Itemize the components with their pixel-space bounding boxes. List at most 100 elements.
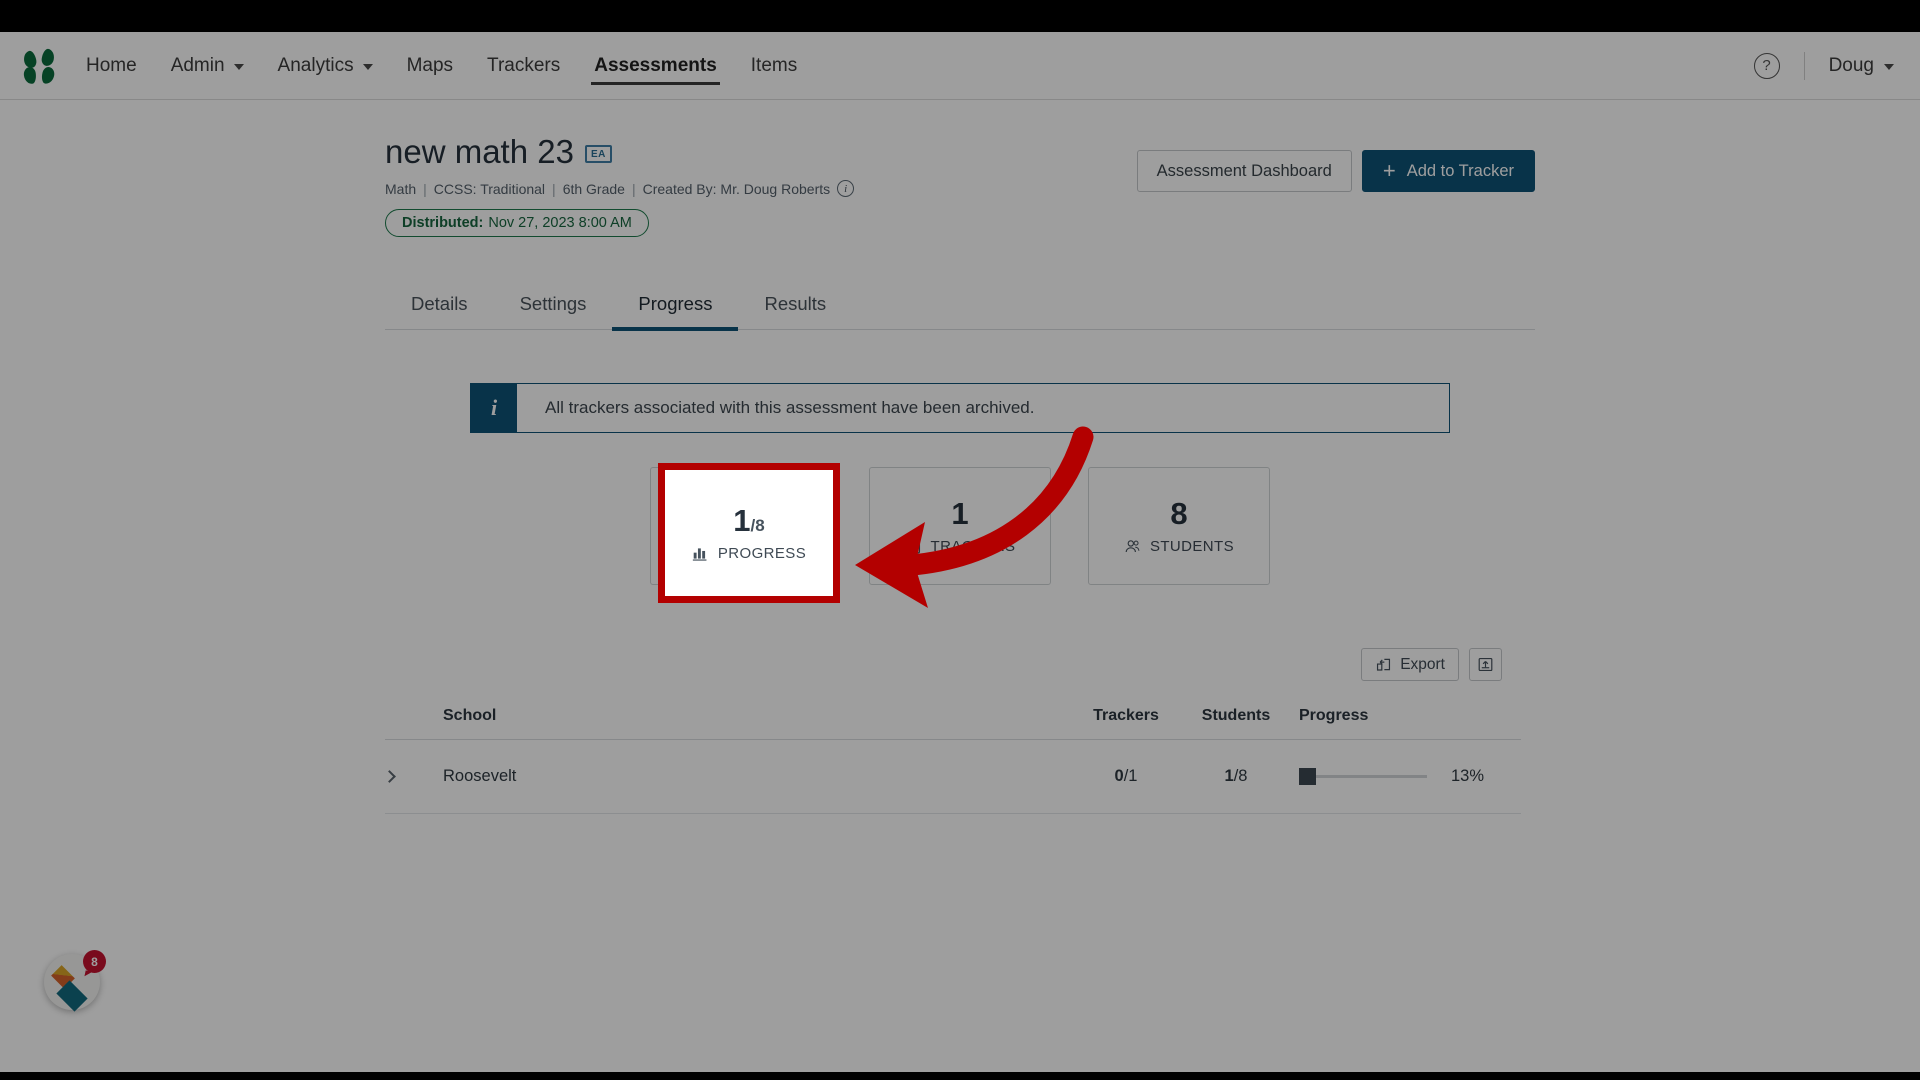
nav-item-trackers[interactable]: Trackers — [487, 32, 560, 100]
nav-item-maps[interactable]: Maps — [407, 32, 453, 100]
stat-cards: 1/8 PROGRESS 1 TRACKERS 8 STUDENTS — [385, 467, 1535, 586]
tab-label-progress: Progress — [638, 293, 713, 315]
progress-count: 1 — [725, 495, 743, 531]
header-actions: Assessment Dashboard + Add to Tracker — [1136, 134, 1535, 192]
export-label: Export — [1400, 655, 1445, 673]
nav-label-analytics: Analytics — [277, 54, 354, 76]
table-row[interactable]: Roosevelt 0/1 1/8 13% — [383, 739, 1521, 815]
export-button[interactable]: Export — [1361, 648, 1459, 682]
meta-creator: Created By: Mr. Doug Roberts — [642, 180, 831, 197]
page-body: new math 23 EA Math | CCSS: Traditional … — [0, 100, 1920, 815]
assessment-dashboard-button[interactable]: Assessment Dashboard — [1136, 150, 1352, 192]
row-progress: 13% — [1291, 739, 1521, 815]
info-banner: i All trackers associated with this asse… — [470, 383, 1450, 434]
info-glyph: i — [490, 395, 498, 421]
table-toolbar: Export — [385, 648, 1535, 682]
screen: Home Admin Analytics Maps Trackers Asses… — [0, 0, 1920, 1080]
nav-label-items: Items — [750, 54, 798, 76]
meta-separator: | — [631, 180, 636, 197]
nav-label-home: Home — [86, 54, 137, 76]
top-navigation-bar: Home Admin Analytics Maps Trackers Asses… — [0, 32, 1920, 100]
stat-card-progress[interactable]: 1/8 PROGRESS — [650, 467, 832, 586]
meta-separator: | — [423, 180, 427, 197]
progress-card-label: PROGRESS — [709, 537, 799, 555]
trackers-value: 1 — [951, 498, 968, 529]
assessment-header: new math 23 EA Math | CCSS: Traditional … — [385, 133, 1535, 238]
meta-standard: CCSS: Traditional — [433, 180, 546, 197]
export-icon — [1377, 659, 1391, 671]
upload-box-icon — [1478, 658, 1493, 672]
users-icon — [1125, 540, 1140, 552]
stat-card-trackers[interactable]: 1 TRACKERS — [869, 467, 1051, 586]
progress-card-label-row: PROGRESS — [684, 538, 798, 555]
tab-details[interactable]: Details — [385, 283, 494, 329]
table-header-row: School Trackers Students Progress — [385, 701, 1521, 741]
nav-item-items[interactable]: Items — [751, 32, 797, 100]
progress-track — [1299, 768, 1427, 786]
nav-right-group: ? Doug — [1753, 51, 1894, 80]
table-header-school: School — [443, 701, 1071, 741]
tab-results[interactable]: Results — [738, 283, 852, 329]
chevron-down-icon — [233, 64, 244, 70]
progress-bar: 13% — [1291, 767, 1521, 786]
students-card-label-row: STUDENTS — [1124, 538, 1234, 555]
otus-leaf-logo[interactable] — [22, 47, 64, 85]
nav-item-home[interactable]: Home — [86, 32, 137, 100]
nav-label-admin: Admin — [170, 54, 225, 76]
add-to-tracker-label: Add to Tracker — [1406, 161, 1514, 180]
progress-value: 1/8 — [725, 498, 756, 529]
tab-settings[interactable]: Settings — [494, 283, 613, 329]
students-card-label: STUDENTS — [1149, 537, 1235, 555]
help-launcher-widget[interactable]: 8 — [44, 950, 106, 1012]
students-value: 8 — [1170, 498, 1187, 529]
tab-progress[interactable]: Progress — [612, 283, 739, 332]
ea-badge: EA — [584, 145, 612, 164]
info-banner-message: All trackers associated with this assess… — [545, 398, 1035, 418]
nav-item-admin[interactable]: Admin — [171, 32, 244, 100]
tab-label-results: Results — [764, 293, 827, 315]
help-glyph: ? — [1762, 57, 1771, 74]
meta-grade: 6th Grade — [562, 180, 625, 197]
assessment-tabs: Details Settings Progress Results — [385, 283, 1535, 332]
help-icon[interactable]: ? — [1753, 52, 1780, 79]
meta-separator: | — [552, 180, 556, 197]
table-header-students: Students — [1181, 701, 1291, 741]
distributed-value: Nov 27, 2023 8:00 AM — [488, 215, 632, 232]
table-header-trackers: Trackers — [1071, 701, 1181, 741]
row-students-total: /8 — [1233, 767, 1248, 786]
browser-viewport: Home Admin Analytics Maps Trackers Asses… — [0, 32, 1920, 1072]
chevron-right-icon[interactable] — [383, 770, 396, 784]
row-students-done: 1 — [1224, 767, 1234, 786]
content-container: new math 23 EA Math | CCSS: Traditional … — [383, 100, 1535, 815]
tab-label-settings: Settings — [519, 293, 587, 315]
upload-box-button[interactable] — [1469, 648, 1502, 682]
row-school-name: Roosevelt — [443, 739, 1071, 815]
nav-label-trackers: Trackers — [487, 54, 561, 76]
students-count: 8 — [1170, 495, 1188, 531]
assessment-meta: Math | CCSS: Traditional | 6th Grade | C… — [385, 180, 1137, 198]
add-to-tracker-button[interactable]: + Add to Tracker — [1361, 150, 1535, 192]
trackers-card-label-row: TRACKERS — [905, 538, 1016, 555]
nav-item-assessments[interactable]: Assessments — [591, 32, 720, 100]
row-trackers: 0/1 — [1071, 739, 1181, 815]
meta-subject: Math — [385, 180, 417, 197]
row-trackers-done: 0 — [1114, 767, 1124, 786]
info-icon[interactable]: i — [837, 180, 855, 198]
row-students: 1/8 — [1181, 739, 1291, 815]
trackers-card-label: TRACKERS — [930, 537, 1016, 555]
school-progress-table: School Trackers Students Progress Roosev… — [383, 701, 1535, 815]
bar-chart-icon — [684, 541, 699, 554]
progress-total: /8 — [742, 508, 757, 528]
user-menu[interactable]: Doug — [1829, 55, 1894, 77]
info-icon: i — [471, 384, 517, 433]
row-expand-cell[interactable] — [383, 739, 443, 815]
clipboard-icon — [906, 538, 920, 554]
nav-item-analytics[interactable]: Analytics — [278, 32, 373, 100]
chevron-down-icon — [1884, 64, 1894, 70]
nav-divider — [1803, 51, 1805, 80]
progress-fill — [1299, 768, 1316, 786]
stat-card-students[interactable]: 8 STUDENTS — [1088, 467, 1270, 586]
user-name-label: Doug — [1828, 54, 1874, 76]
table-header-expand — [385, 701, 443, 741]
chevron-down-icon — [362, 64, 373, 70]
